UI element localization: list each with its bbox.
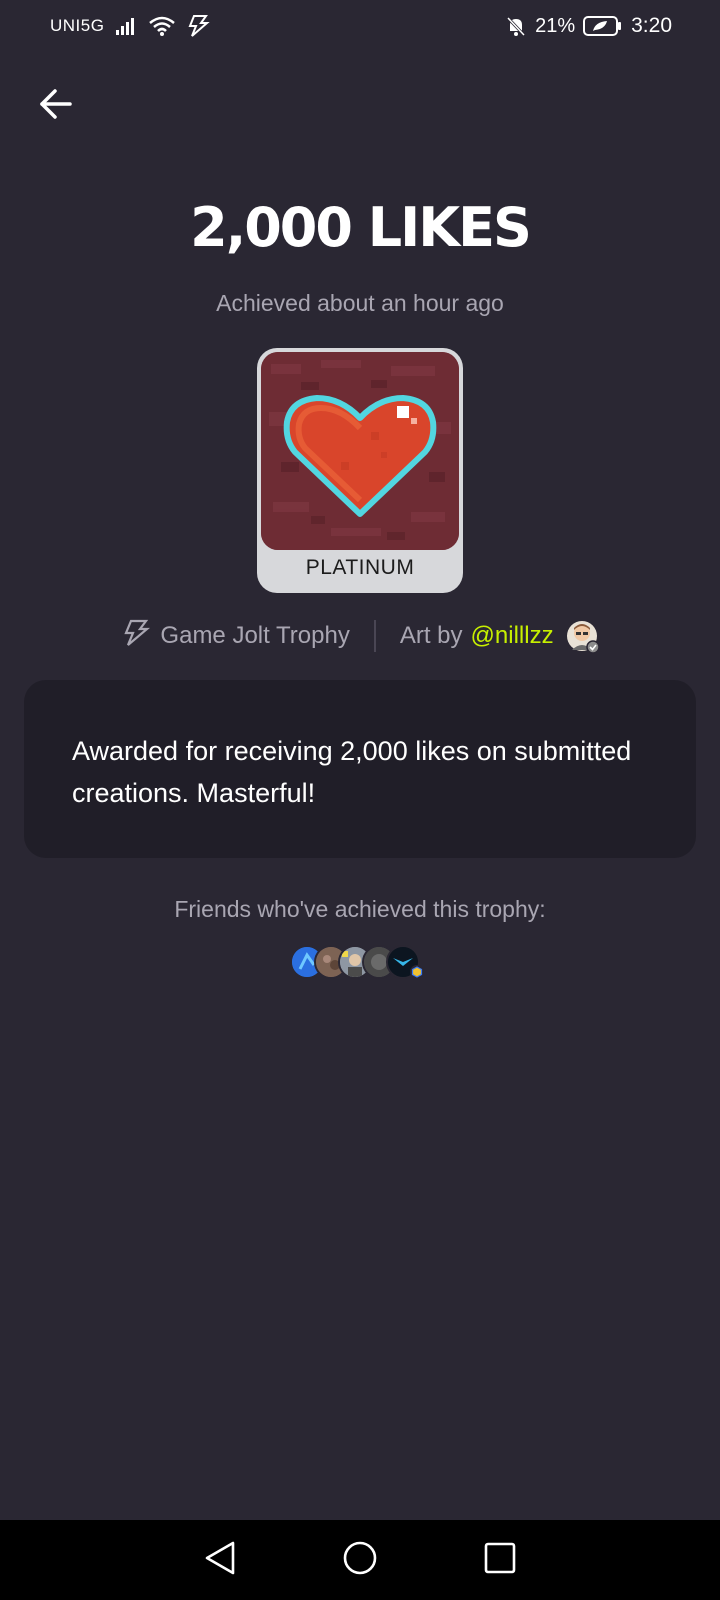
game-jolt-bolt-icon [122,619,151,654]
clock: 3:20 [631,14,672,37]
battery-icon [583,15,623,37]
artist-link[interactable]: @nilllzz [471,622,554,650]
trophy-title: 2,000 LIKES [190,196,532,259]
nav-recents-button[interactable] [476,1536,524,1584]
nav-back-icon [203,1540,237,1581]
artist-avatar[interactable] [566,620,600,654]
trophy-source-label: Game Jolt Trophy [160,622,350,649]
wifi-icon [148,15,176,37]
description-card: Awarded for receiving 2,000 likes on sub… [24,680,696,858]
art-by-label: Art by [399,622,463,649]
trophy-screen: UNI5G 21% 3:20 2,000 LIKES Achieved abou… [0,0,720,1600]
status-left: UNI5G [50,14,211,38]
trophy-description: Awarded for receiving 2,000 likes on sub… [72,736,632,808]
achieved-time: Achieved about an hour ago [216,290,504,316]
nav-recents-icon [483,1541,517,1580]
bell-off-icon [505,15,527,37]
nav-home-button[interactable] [336,1536,384,1584]
back-arrow-icon [38,86,74,127]
nav-home-icon [342,1540,378,1581]
pixel-heart-trophy-icon [261,352,459,550]
carrier-label: UNI5G [50,16,105,35]
bolt-icon [186,14,211,38]
signal-icon [114,16,138,36]
friends-avatars [290,945,440,985]
art-credit: Art by @nilllzz [399,620,600,654]
battery-percent: 21% [535,14,576,37]
trophy-meta: Game Jolt Trophy Art by @nilllzz [0,616,720,656]
navigation-bar [0,1520,720,1600]
status-right: 21% 3:20 [505,14,672,38]
friend-badge-icon [410,965,424,979]
trophy-badge: PLATINUM [257,348,463,593]
trophy-source: Game Jolt Trophy [122,619,350,654]
friends-label: Friends who've achieved this trophy: [174,896,546,922]
back-button[interactable] [36,86,76,126]
nav-back-button[interactable] [196,1536,244,1584]
trophy-level: PLATINUM [305,556,415,579]
meta-divider [373,620,376,652]
status-bar: UNI5G 21% 3:20 [0,0,720,52]
